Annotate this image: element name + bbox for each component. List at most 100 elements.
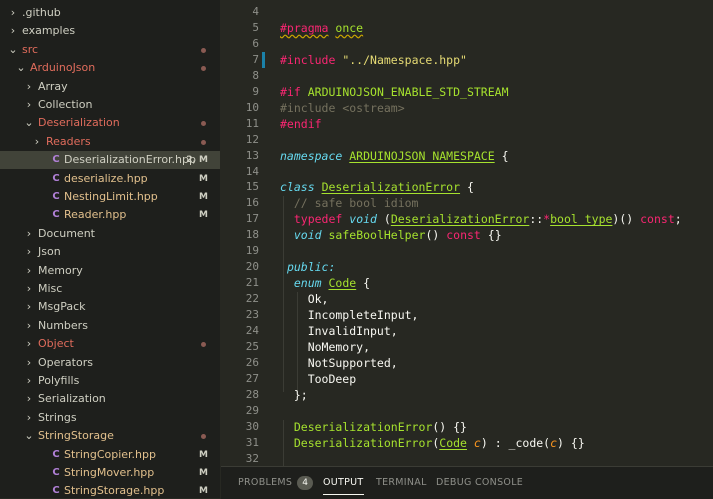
code-token: safeBoolHelper xyxy=(328,228,426,243)
code-line[interactable]: 30 DeserializationError() {} xyxy=(221,419,713,435)
code-text: // safe bool idiom xyxy=(280,195,419,211)
folder-item[interactable]: ⌄ ArduinoJson xyxy=(0,59,220,77)
folder-item[interactable]: › Numbers xyxy=(0,317,220,335)
chevron-right-icon[interactable]: › xyxy=(24,243,34,261)
file-item[interactable]: C NestingLimit.hpp M xyxy=(0,188,220,206)
chevron-right-icon[interactable]: › xyxy=(8,4,18,22)
file-item[interactable]: C StringCopier.hpp M xyxy=(0,446,220,464)
chevron-right-icon[interactable]: › xyxy=(24,372,34,390)
code-line[interactable]: 28 }; xyxy=(221,387,713,403)
tree-item-label: Object xyxy=(38,337,74,351)
chevron-right-icon[interactable]: › xyxy=(24,96,34,114)
chevron-right-icon[interactable]: › xyxy=(24,262,34,280)
folder-item[interactable]: › Strings xyxy=(0,409,220,427)
folder-item[interactable]: › Serialization xyxy=(0,390,220,408)
folder-item[interactable]: › MsgPack xyxy=(0,298,220,316)
code-line[interactable]: 22 Ok, xyxy=(221,291,713,307)
panel-tab-terminal[interactable]: TERMINAL xyxy=(376,467,427,499)
tree-item-label: examples xyxy=(22,24,76,38)
code-token: const xyxy=(446,228,481,243)
file-item[interactable]: C StringStorage.hpp M xyxy=(0,482,220,498)
chevron-right-icon[interactable]: › xyxy=(8,22,18,40)
folder-item[interactable]: › Operators xyxy=(0,354,220,372)
panel-tab-problems[interactable]: PROBLEMS 4 xyxy=(238,467,314,499)
chevron-right-icon[interactable]: › xyxy=(24,354,34,372)
code-line[interactable]: 11 #endif xyxy=(221,116,713,132)
folder-item[interactable]: › Memory xyxy=(0,262,220,280)
code-line[interactable]: 9 #if ARDUINOJSON_ENABLE_STD_STREAM xyxy=(221,84,713,100)
code-line[interactable]: 17 typedef void (DeserializationError::*… xyxy=(221,211,713,227)
folder-item[interactable]: › Array xyxy=(0,78,220,96)
folder-item[interactable]: › examples xyxy=(0,22,220,40)
code-line[interactable]: 18 void safeBoolHelper() const {} xyxy=(221,227,713,243)
code-line[interactable]: 31 DeserializationError(Code c) : _code(… xyxy=(221,435,713,451)
line-number: 6 xyxy=(252,36,259,50)
file-item[interactable]: C StringMover.hpp M xyxy=(0,464,220,482)
code-line[interactable]: 26 NotSupported, xyxy=(221,355,713,371)
chevron-down-icon[interactable]: ⌄ xyxy=(24,114,34,132)
code-line[interactable]: 5 #pragma once xyxy=(221,20,713,36)
code-line[interactable]: 29 xyxy=(221,403,713,419)
folder-item[interactable]: › Polyfills xyxy=(0,372,220,390)
code-line[interactable]: 14 xyxy=(221,164,713,180)
code-line[interactable]: 8 xyxy=(221,68,713,84)
tree-item-label: StringStorage xyxy=(38,429,114,443)
code-editor[interactable]: 4 5 #pragma once 6 7 #include "../Namespace.h… xyxy=(221,0,713,466)
code-line[interactable]: 10 #include <ostream> xyxy=(221,100,713,116)
folder-item[interactable]: ⌄ StringStorage xyxy=(0,427,220,445)
code-line[interactable]: 13 namespace ARDUINOJSON_NAMESPACE { xyxy=(221,148,713,164)
file-item[interactable]: Cdeserialize.hpp M xyxy=(0,170,220,188)
folder-item[interactable]: › Misc xyxy=(0,280,220,298)
code-token: void xyxy=(293,228,322,243)
folder-item[interactable]: › Document xyxy=(0,225,220,243)
file-item[interactable]: C DeserializationError.hpp 2, M xyxy=(0,151,220,170)
code-text: #endif xyxy=(280,116,322,132)
status-dot-icon xyxy=(201,66,206,72)
code-line[interactable]: 6 xyxy=(221,36,713,52)
code-line[interactable]: 32 xyxy=(221,451,713,466)
code-token: IncompleteInput, xyxy=(280,308,419,323)
folder-item[interactable]: › Collection xyxy=(0,96,220,114)
chevron-down-icon[interactable]: ⌄ xyxy=(16,59,26,77)
line-number: 27 xyxy=(245,371,259,385)
code-text: void safeBoolHelper() const {} xyxy=(280,227,502,243)
folder-item[interactable]: › Object xyxy=(0,335,220,353)
code-line[interactable]: 7 #include "../Namespace.hpp" xyxy=(221,52,713,68)
code-line[interactable]: 19 xyxy=(221,243,713,259)
folder-item[interactable]: › Readers xyxy=(0,133,220,151)
code-line[interactable]: 20 public: xyxy=(221,259,713,275)
folder-item[interactable]: › Json xyxy=(0,243,220,261)
folder-item[interactable]: ⌄ Deserialization xyxy=(0,114,220,132)
line-number: 18 xyxy=(245,228,259,242)
code-line[interactable]: 24 InvalidInput, xyxy=(221,323,713,339)
chevron-right-icon[interactable]: › xyxy=(32,133,42,151)
chevron-right-icon[interactable]: › xyxy=(24,390,34,408)
chevron-right-icon[interactable]: › xyxy=(24,335,34,353)
code-line[interactable]: 21 enum Code { xyxy=(221,275,713,291)
chevron-down-icon[interactable]: ⌄ xyxy=(8,41,18,59)
folder-item[interactable]: › .github xyxy=(0,4,220,22)
panel-tab-output[interactable]: OUTPUT xyxy=(323,467,364,499)
chevron-down-icon[interactable]: ⌄ xyxy=(24,427,34,445)
code-line[interactable]: 27 TooDeep xyxy=(221,371,713,387)
chevron-right-icon[interactable]: › xyxy=(24,78,34,96)
line-number: 17 xyxy=(245,212,259,226)
chevron-right-icon[interactable]: › xyxy=(24,225,34,243)
line-number: 13 xyxy=(245,148,259,162)
chevron-right-icon[interactable]: › xyxy=(24,298,34,316)
panel-tab-debug-console[interactable]: DEBUG CONSOLE xyxy=(436,467,523,499)
tree-item-label: Json xyxy=(38,245,61,259)
chevron-right-icon[interactable]: › xyxy=(24,317,34,335)
code-line[interactable]: 4 xyxy=(221,4,713,20)
chevron-right-icon[interactable]: › xyxy=(24,409,34,427)
code-line[interactable]: 23 IncompleteInput, xyxy=(221,307,713,323)
code-line[interactable]: 25 NoMemory, xyxy=(221,339,713,355)
folder-item[interactable]: ⌄ src xyxy=(0,41,220,59)
code-token: DeserializationError xyxy=(390,212,530,227)
code-line[interactable]: 15 class DeserializationError { xyxy=(221,179,713,195)
file-item[interactable]: C Reader.hpp M xyxy=(0,206,220,224)
chevron-right-icon[interactable]: › xyxy=(24,280,34,298)
code-line[interactable]: 16 // safe bool idiom xyxy=(221,195,713,211)
code-line[interactable]: 12 xyxy=(221,132,713,148)
